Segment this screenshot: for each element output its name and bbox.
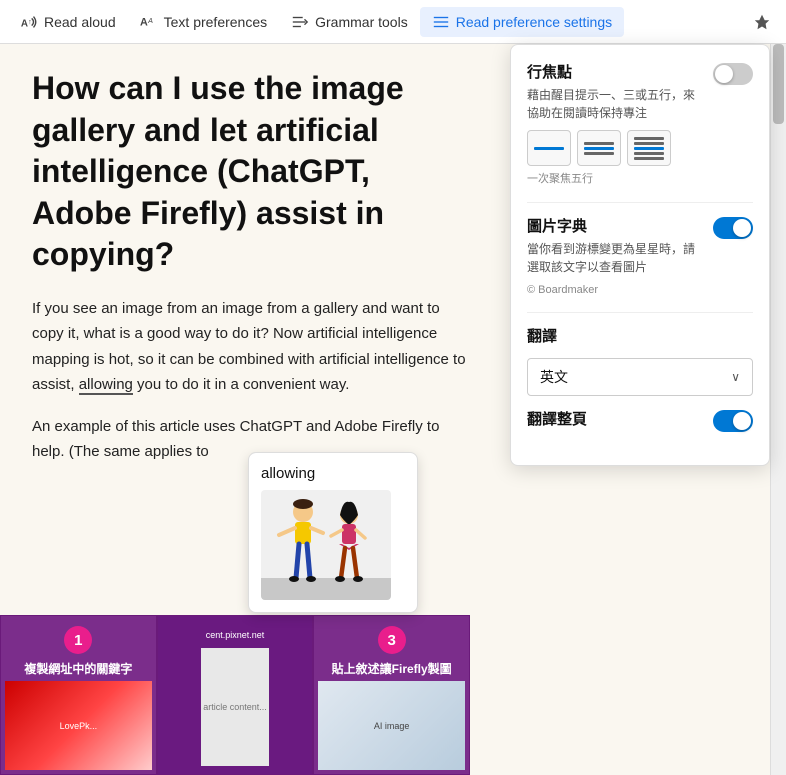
people-illustration-svg	[261, 490, 391, 600]
strip-content-2: article content...	[201, 648, 269, 766]
focus-bar-3c	[634, 147, 664, 150]
strip-content-3: AI image	[318, 681, 465, 770]
read-preference-settings-label: Read preference settings	[456, 14, 612, 30]
image-strip: 1 複製網址中的關鍵字 LovePk... cent.pixnet.net ar…	[0, 615, 470, 775]
translate-title: 翻譯	[527, 325, 753, 346]
pin-button[interactable]	[746, 6, 778, 38]
word-tooltip: allowing	[248, 452, 418, 613]
picture-dict-desc: 當你看到游標變更為星星時，請選取該文字以查看圖片	[527, 240, 705, 276]
focus-bar-3b	[634, 142, 664, 145]
picture-dict-copyright: © Boardmaker	[527, 284, 705, 296]
strip-content-1-text: LovePk...	[60, 721, 98, 731]
svg-text:↑: ↑	[28, 16, 32, 25]
tooltip-illustration	[261, 490, 391, 600]
focus-title: 行焦點	[527, 61, 705, 82]
translate-language-dropdown[interactable]: 英文 ∨	[527, 358, 753, 396]
highlighted-word[interactable]: allowing	[79, 376, 133, 395]
strip-item-3: 3 貼上敘述讓Firefly製圖 AI image	[313, 615, 470, 775]
picture-dict-section: 圖片字典 當你看到游標變更為星星時，請選取該文字以查看圖片 © Boardmak…	[527, 215, 753, 296]
picture-dict-toggle-row: 圖片字典 當你看到游標變更為星星時，請選取該文字以查看圖片 © Boardmak…	[527, 215, 753, 296]
grammar-tools-label: Grammar tools	[315, 14, 408, 30]
focus-section: 行焦點 藉由醒目提示一、三或五行，來協助在閱讀時保持專注 一	[527, 61, 753, 186]
read-aloud-icon: A ↑	[20, 13, 38, 31]
translate-page-toggle[interactable]	[713, 410, 753, 432]
pin-icon	[753, 13, 771, 31]
focus-bar-2c	[584, 152, 614, 155]
article-paragraph1: If you see an image from an image from a…	[32, 296, 472, 398]
focus-bar-1	[534, 147, 564, 150]
strip-image-3: AI image	[318, 681, 465, 770]
text-preferences-button[interactable]: A A Text preferences	[128, 7, 280, 37]
focus-bar-2a	[584, 142, 614, 145]
strip-label-3: 貼上敘述讓Firefly製圖	[332, 660, 452, 677]
strip-badge-3: 3	[378, 626, 406, 654]
strip-item-1: 1 複製網址中的關鍵字 LovePk...	[0, 615, 157, 775]
chevron-down-icon: ∨	[731, 370, 740, 384]
focus-bar-2b	[584, 147, 614, 150]
focus-one-line-btn[interactable]	[527, 130, 571, 166]
focus-toggle[interactable]	[713, 63, 753, 85]
translate-section: 翻譯 英文 ∨ 翻譯整頁	[527, 325, 753, 433]
picture-dict-toggle[interactable]	[713, 217, 753, 239]
focus-toggle-row: 行焦點 藉由醒目提示一、三或五行，來協助在閱讀時保持專注	[527, 61, 753, 130]
read-settings-icon	[432, 13, 450, 31]
strip-item-2: cent.pixnet.net article content...	[157, 615, 314, 775]
focus-sub: 一次聚焦五行	[527, 170, 753, 186]
translate-page-label: 翻譯整頁	[527, 408, 587, 429]
svg-text:A: A	[21, 18, 28, 29]
grammar-tools-icon	[291, 13, 309, 31]
read-aloud-label: Read aloud	[44, 14, 116, 30]
read-preference-settings-button[interactable]: Read preference settings	[420, 7, 624, 37]
divider-2	[527, 312, 753, 313]
article-heading: How can I use the image gallery and let …	[32, 68, 472, 276]
translate-language-text: 英文	[540, 367, 568, 387]
strip-image-1: LovePk...	[5, 681, 152, 770]
read-aloud-button[interactable]: A ↑ Read aloud	[8, 7, 128, 37]
focus-bar-3a	[634, 137, 664, 140]
toolbar: A ↑ Read aloud A A Text preferences Gram…	[0, 0, 786, 44]
tooltip-word: allowing	[261, 465, 405, 482]
focus-info: 行焦點 藉由醒目提示一、三或五行，來協助在閱讀時保持專注	[527, 61, 705, 130]
focus-five-lines-btn[interactable]	[627, 130, 671, 166]
focus-line-buttons	[527, 130, 753, 166]
strip-url: cent.pixnet.net	[206, 630, 265, 640]
strip-label-1: 複製網址中的關鍵字	[24, 660, 132, 677]
grammar-tools-button[interactable]: Grammar tools	[279, 7, 420, 37]
text-prefs-icon: A A	[140, 13, 158, 31]
strip-image-2: article content...	[201, 648, 269, 766]
focus-bar-3d	[634, 152, 664, 155]
text-preferences-label: Text preferences	[164, 14, 268, 30]
svg-text:A: A	[147, 15, 153, 24]
picture-dict-title: 圖片字典	[527, 215, 705, 236]
translate-page-row: 翻譯整頁	[527, 408, 753, 433]
strip-badge-1: 1	[64, 626, 92, 654]
scrollbar[interactable]	[770, 44, 786, 775]
focus-three-lines-btn[interactable]	[577, 130, 621, 166]
scrollbar-thumb[interactable]	[773, 44, 784, 124]
svg-text:A: A	[140, 16, 148, 28]
focus-bar-3e	[634, 157, 664, 160]
settings-panel: 行焦點 藉由醒目提示一、三或五行，來協助在閱讀時保持專注 一	[510, 44, 770, 466]
focus-desc: 藉由醒目提示一、三或五行，來協助在閱讀時保持專注	[527, 86, 705, 122]
divider-1	[527, 202, 753, 203]
picture-dict-info: 圖片字典 當你看到游標變更為星星時，請選取該文字以查看圖片 © Boardmak…	[527, 215, 705, 296]
